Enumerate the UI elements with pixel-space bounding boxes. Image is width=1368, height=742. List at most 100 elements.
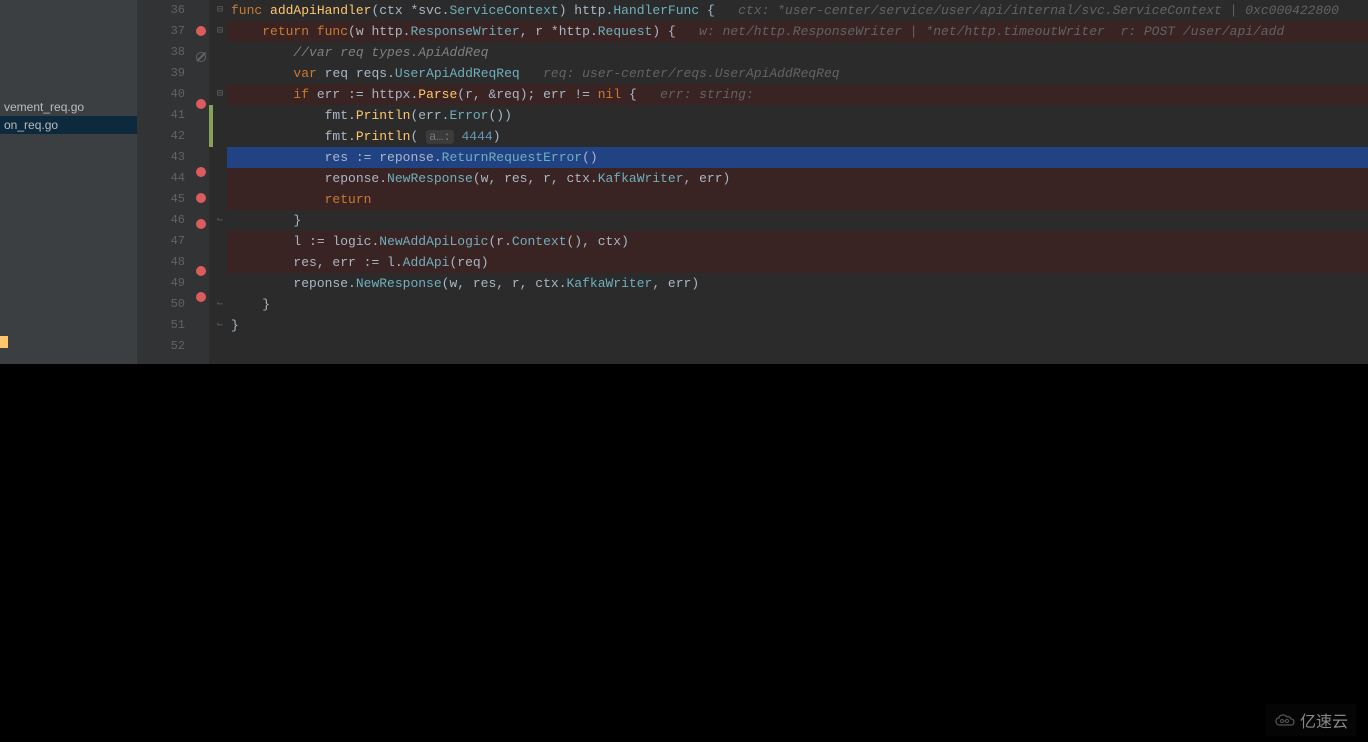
code-token: l bbox=[387, 255, 395, 270]
code-editor[interactable]: 3637383940414243444546474849505152 ⊟ ⊟ ⊟ ⌙ ⌙… bbox=[137, 0, 1368, 364]
fold-slot[interactable] bbox=[213, 147, 227, 168]
fold-close-icon[interactable]: ⌙ bbox=[217, 299, 223, 310]
line-number[interactable]: 37 bbox=[137, 21, 185, 42]
breakpoint-gutter[interactable] bbox=[193, 0, 209, 364]
line-number[interactable]: 45 bbox=[137, 189, 185, 210]
code-token: ) bbox=[559, 3, 575, 18]
breakpoint-slot[interactable] bbox=[193, 52, 209, 73]
code-line[interactable]: func addApiHandler(ctx *svc.ServiceConte… bbox=[227, 0, 1368, 21]
line-number[interactable]: 46 bbox=[137, 210, 185, 231]
line-number[interactable]: 36 bbox=[137, 0, 185, 21]
code-line[interactable]: res := reponse.ReturnRequestError() bbox=[227, 147, 1368, 168]
code-line[interactable]: //var req types.ApiAddReq bbox=[227, 42, 1368, 63]
code-token: UserApiAddReqReq bbox=[395, 66, 520, 81]
breakpoint-slot[interactable] bbox=[193, 193, 209, 214]
breakpoint-slot[interactable] bbox=[193, 313, 209, 334]
fold-slot[interactable] bbox=[213, 105, 227, 126]
fold-slot[interactable] bbox=[213, 273, 227, 294]
breakpoint-slot[interactable] bbox=[193, 167, 209, 188]
code-line[interactable]: } bbox=[227, 315, 1368, 336]
fold-close-icon[interactable]: ⌙ bbox=[217, 215, 223, 226]
breakpoint-icon[interactable] bbox=[196, 266, 206, 276]
fold-slot[interactable]: ⌙ bbox=[213, 294, 227, 315]
code-token: svc bbox=[418, 3, 441, 18]
code-line[interactable] bbox=[227, 336, 1368, 357]
line-number[interactable]: 47 bbox=[137, 231, 185, 252]
breakpoint-disabled-icon[interactable] bbox=[196, 52, 206, 62]
fold-open-icon[interactable]: ⊟ bbox=[217, 26, 223, 37]
fold-slot[interactable] bbox=[213, 189, 227, 210]
project-sidebar[interactable]: vement_req.go on_req.go bbox=[0, 0, 137, 364]
code-line[interactable]: var req reqs.UserApiAddReqReq req: user-… bbox=[227, 63, 1368, 84]
fold-open-icon[interactable]: ⊟ bbox=[217, 89, 223, 100]
line-number[interactable]: 52 bbox=[137, 336, 185, 357]
code-line[interactable]: l := logic.NewAddApiLogic(r.Context(), c… bbox=[227, 231, 1368, 252]
breakpoint-slot[interactable] bbox=[193, 240, 209, 261]
code-token: KafkaWriter bbox=[567, 276, 653, 291]
line-number[interactable]: 40 bbox=[137, 84, 185, 105]
breakpoint-slot[interactable] bbox=[193, 73, 209, 94]
line-number[interactable]: 50 bbox=[137, 294, 185, 315]
breakpoint-icon[interactable] bbox=[196, 99, 206, 109]
breakpoint-slot[interactable] bbox=[193, 0, 209, 21]
sidebar-file[interactable]: vement_req.go bbox=[0, 98, 137, 116]
breakpoint-icon[interactable] bbox=[196, 26, 206, 36]
fold-open-icon[interactable]: ⊟ bbox=[217, 5, 223, 16]
code-line[interactable]: } bbox=[227, 294, 1368, 315]
breakpoint-slot[interactable] bbox=[193, 120, 209, 141]
code-line[interactable]: res, err := l.AddApi(req) bbox=[227, 252, 1368, 273]
fold-slot[interactable] bbox=[213, 336, 227, 357]
sidebar-file[interactable]: on_req.go bbox=[0, 116, 137, 134]
code-line[interactable]: return func(w http.ResponseWriter, r *ht… bbox=[227, 21, 1368, 42]
breakpoint-slot[interactable] bbox=[193, 376, 209, 397]
breakpoint-slot[interactable] bbox=[193, 334, 209, 355]
fold-slot[interactable]: ⊟ bbox=[213, 21, 227, 42]
code-line[interactable]: if err := httpx.Parse(r, &req); err != n… bbox=[227, 84, 1368, 105]
fold-slot[interactable] bbox=[213, 63, 227, 84]
line-number[interactable]: 48 bbox=[137, 252, 185, 273]
line-number[interactable]: 43 bbox=[137, 147, 185, 168]
breakpoint-icon[interactable] bbox=[196, 193, 206, 203]
fold-close-icon[interactable]: ⌙ bbox=[217, 320, 223, 331]
code-line[interactable]: fmt.Println( a…: 4444) bbox=[227, 126, 1368, 147]
code-content[interactable]: func addApiHandler(ctx *svc.ServiceConte… bbox=[227, 0, 1368, 364]
fold-slot[interactable] bbox=[213, 42, 227, 63]
fold-slot[interactable]: ⊟ bbox=[213, 0, 227, 21]
breakpoint-icon[interactable] bbox=[196, 167, 206, 177]
code-line[interactable]: reponse.NewResponse(w, res, r, ctx.Kafka… bbox=[227, 168, 1368, 189]
line-number-gutter[interactable]: 3637383940414243444546474849505152 bbox=[137, 0, 193, 364]
breakpoint-icon[interactable] bbox=[196, 292, 206, 302]
code-token: //var req types.ApiAddReq bbox=[293, 45, 488, 60]
breakpoint-slot[interactable] bbox=[193, 266, 209, 287]
code-token: . bbox=[348, 276, 356, 291]
breakpoint-slot[interactable] bbox=[193, 99, 209, 120]
line-number[interactable]: 38 bbox=[137, 42, 185, 63]
fold-slot[interactable] bbox=[213, 126, 227, 147]
breakpoint-slot[interactable] bbox=[193, 219, 209, 240]
code-line[interactable]: reponse.NewResponse(w, res, r, ctx.Kafka… bbox=[227, 273, 1368, 294]
breakpoint-slot[interactable] bbox=[193, 292, 209, 313]
code-line[interactable]: } bbox=[227, 210, 1368, 231]
line-number[interactable]: 41 bbox=[137, 105, 185, 126]
breakpoint-icon[interactable] bbox=[196, 219, 206, 229]
fold-slot[interactable] bbox=[213, 168, 227, 189]
line-number[interactable]: 44 bbox=[137, 168, 185, 189]
fold-slot[interactable]: ⌙ bbox=[213, 210, 227, 231]
line-number[interactable]: 39 bbox=[137, 63, 185, 84]
code-token: { bbox=[621, 87, 660, 102]
line-number[interactable]: 51 bbox=[137, 315, 185, 336]
line-number[interactable]: 49 bbox=[137, 273, 185, 294]
fold-slot[interactable] bbox=[213, 231, 227, 252]
breakpoint-slot[interactable] bbox=[193, 355, 209, 376]
fold-slot[interactable]: ⊟ bbox=[213, 84, 227, 105]
code-token: err: string: bbox=[660, 87, 754, 102]
fold-slot[interactable]: ⌙ bbox=[213, 315, 227, 336]
code-token: (), ctx) bbox=[567, 234, 629, 249]
code-line[interactable]: fmt.Println(err.Error()) bbox=[227, 105, 1368, 126]
breakpoint-slot[interactable] bbox=[193, 141, 209, 162]
fold-slot[interactable] bbox=[213, 252, 227, 273]
breakpoint-slot[interactable] bbox=[193, 26, 209, 47]
line-number[interactable]: 42 bbox=[137, 126, 185, 147]
fold-gutter[interactable]: ⊟ ⊟ ⊟ ⌙ ⌙ ⌙ bbox=[213, 0, 227, 364]
code-line[interactable]: return bbox=[227, 189, 1368, 210]
